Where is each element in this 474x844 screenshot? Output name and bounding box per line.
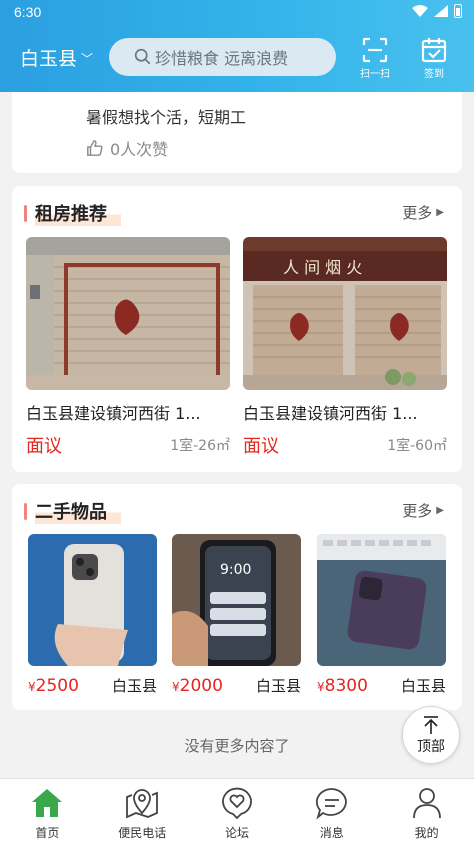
rent-photo [26, 237, 230, 390]
map-pin-icon [126, 789, 159, 819]
rent-price: 面议 [26, 436, 62, 457]
rent-listing-title: 白玉县建设镇河西街 1... [243, 404, 418, 423]
phone-photo [28, 534, 157, 666]
back-to-top-label: 顶部 [417, 738, 445, 755]
nav-forum[interactable]: 论坛 [190, 779, 285, 844]
top-header: 6:30 白玉县 ﹀ 珍惜粮食 远离浪费 扫一扫 签到 [0, 0, 474, 92]
title-accent-bar [24, 502, 27, 520]
rent-room-info: 1室-60㎡ [387, 438, 447, 454]
triangle-right-icon: ▶ [436, 505, 444, 516]
nav-home[interactable]: 首页 [0, 779, 95, 844]
secondhand-more-label: 更多 [402, 502, 433, 520]
nav-forum-label: 论坛 [224, 826, 249, 840]
secondhand-item-footer: ¥2500 白玉县 [28, 675, 157, 696]
bottom-nav: 首页 便民电话 论坛 消息 我的 [0, 778, 474, 844]
thumbs-up-icon [87, 140, 103, 156]
search-placeholder: 珍惜粮食 远离浪费 [155, 49, 289, 68]
battery-icon [454, 4, 462, 18]
chevron-down-icon: ﹀ [81, 52, 94, 66]
secondhand-item[interactable]: 9:00 ¥2000 白玉县 [172, 534, 301, 696]
rent-more-label: 更多 [402, 204, 433, 222]
secondhand-section-title: 二手物品 [35, 498, 121, 524]
status-icons [412, 4, 462, 18]
status-time: 6:30 [14, 4, 42, 20]
rent-listing-footer: 面议 1室-60㎡ [243, 432, 447, 458]
secondhand-price: ¥2000 [172, 675, 223, 696]
rent-listing[interactable]: 白玉县建设镇河西街 1... 面议 1室-26㎡ [26, 237, 230, 458]
signin-label: 签到 [424, 69, 444, 80]
nav-home-label: 首页 [35, 826, 60, 840]
message-icon [315, 788, 347, 820]
secondhand-price: ¥2500 [28, 675, 79, 696]
scan-button[interactable]: 扫一扫 [352, 36, 398, 82]
svg-text:人 间 烟 火: 人 间 烟 火 [283, 258, 362, 277]
secondhand-item-footer: ¥8300 白玉县 [317, 675, 446, 696]
status-bar: 6:30 [0, 0, 474, 26]
rent-section-title: 租房推荐 [35, 200, 121, 226]
wifi-icon [412, 5, 428, 17]
arrow-up-icon [424, 715, 438, 734]
rent-photo: 人 间 烟 火 [243, 237, 447, 390]
secondhand-item[interactable]: ¥2500 白玉县 [28, 534, 157, 696]
rent-room-info: 1室-26㎡ [170, 438, 230, 454]
secondhand-price: ¥8300 [317, 675, 368, 696]
phone-photo [317, 534, 446, 666]
title-accent-bar [24, 204, 27, 222]
rent-more-link[interactable]: 更多 ▶ [402, 202, 444, 223]
nav-profile-label: 我的 [414, 826, 439, 840]
rent-price: 面议 [243, 436, 279, 457]
heart-chat-icon [222, 787, 252, 820]
phone-photo: 9:00 [172, 534, 301, 666]
scan-icon [362, 37, 388, 63]
region-selector[interactable]: 白玉县 ﹀ [20, 44, 93, 71]
svg-text:9:00: 9:00 [220, 562, 251, 578]
rent-section-header: 租房推荐 [24, 200, 121, 226]
rent-section: 租房推荐 更多 ▶ 白玉县建设镇河西街 1... 面议 1室-26㎡ 人 间 烟… [12, 186, 462, 472]
user-icon [412, 788, 441, 819]
secondhand-location: 白玉县 [111, 677, 157, 695]
home-icon [32, 789, 63, 817]
secondhand-item-footer: ¥2000 白玉县 [172, 675, 301, 696]
signin-button[interactable]: 签到 [411, 36, 457, 82]
secondhand-section-header: 二手物品 [24, 498, 121, 524]
scan-label: 扫一扫 [360, 69, 390, 80]
nav-messages-label: 消息 [319, 826, 344, 840]
nav-messages[interactable]: 消息 [284, 779, 379, 844]
secondhand-item[interactable]: ¥8300 白玉县 [317, 534, 446, 696]
calendar-check-icon [421, 38, 447, 63]
like-row[interactable]: 0人次赞 [86, 136, 168, 160]
back-to-top-button[interactable]: 顶部 [402, 706, 460, 764]
search-icon [134, 48, 151, 65]
triangle-right-icon: ▶ [436, 207, 444, 218]
search-input[interactable]: 珍惜粮食 远离浪费 [109, 38, 336, 76]
nav-profile[interactable]: 我的 [379, 779, 474, 844]
rent-listing[interactable]: 人 间 烟 火 白玉县建设镇河西街 1... 面议 1室-60㎡ [243, 237, 447, 458]
forum-post-card[interactable]: 暑假想找个活，短期工 0人次赞 [12, 90, 462, 173]
secondhand-section: 二手物品 更多 ▶ ¥2500 白玉县 9:00 ¥2000 白玉县 ¥8300… [12, 484, 462, 710]
like-count: 0人次赞 [110, 140, 169, 159]
secondhand-location: 白玉县 [255, 677, 301, 695]
secondhand-location: 白玉县 [400, 677, 446, 695]
rent-listing-footer: 面议 1室-26㎡ [26, 432, 230, 458]
secondhand-more-link[interactable]: 更多 ▶ [402, 500, 444, 521]
post-text: 暑假想找个活，短期工 [86, 108, 247, 127]
region-label: 白玉县 [20, 48, 78, 70]
rent-listing-title: 白玉县建设镇河西街 1... [26, 404, 201, 423]
nav-phone-directory[interactable]: 便民电话 [95, 779, 190, 844]
signal-icon [434, 5, 448, 17]
nav-phone-directory-label: 便民电话 [118, 826, 167, 840]
